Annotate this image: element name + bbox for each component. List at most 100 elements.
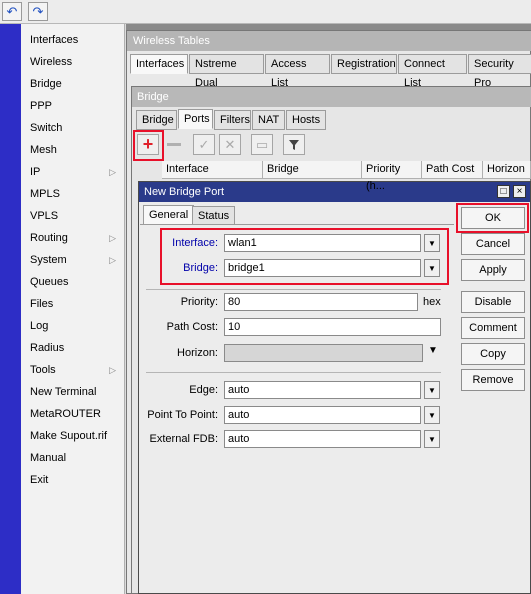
side-strip bbox=[0, 24, 21, 594]
column-header[interactable]: Bridge bbox=[263, 161, 362, 179]
horizon-label: Horizon: bbox=[177, 347, 218, 359]
menu-item[interactable]: Files bbox=[21, 293, 125, 315]
minus-icon[interactable] bbox=[163, 134, 185, 155]
copy-button[interactable]: Copy bbox=[461, 343, 525, 365]
menu-item[interactable]: Wireless bbox=[21, 51, 125, 73]
maximize-icon[interactable]: □ bbox=[497, 185, 510, 198]
menu-item-label: VPLS bbox=[30, 210, 59, 222]
window-title[interactable]: Wireless Tables bbox=[127, 31, 531, 51]
menu-item[interactable]: Queues bbox=[21, 271, 125, 293]
close-icon[interactable]: × bbox=[513, 185, 526, 198]
check-icon[interactable]: ✓ bbox=[193, 134, 215, 155]
menu-item-label: Exit bbox=[30, 474, 49, 486]
interface-dropdown-icon[interactable]: ▼ bbox=[424, 234, 440, 252]
menu-item-label: Bridge bbox=[30, 78, 62, 90]
menu-item[interactable]: Log bbox=[21, 315, 125, 337]
wireless-tab[interactable]: Nstreme Dual bbox=[189, 54, 264, 89]
bridge-dropdown-icon[interactable]: ▼ bbox=[424, 259, 440, 277]
horizon-field[interactable] bbox=[224, 344, 423, 362]
bridge-tab[interactable]: Bridge bbox=[136, 110, 177, 130]
menu-item[interactable]: System ▷ bbox=[21, 249, 125, 271]
menu-item-label: PPP bbox=[30, 100, 53, 112]
bridge-field[interactable]: bridge1 bbox=[224, 259, 421, 277]
path-cost-label: Path Cost: bbox=[166, 321, 218, 333]
bridge-label: Bridge: bbox=[183, 262, 218, 274]
column-header[interactable]: Horizon bbox=[483, 161, 531, 179]
menu-item-label: Mesh bbox=[30, 144, 57, 156]
menu-item-label: Queues bbox=[30, 276, 69, 288]
bridge-tab[interactable]: Ports bbox=[178, 109, 213, 129]
cross-icon[interactable]: ✕ bbox=[219, 134, 241, 155]
external-fdb-dropdown-icon[interactable]: ▼ bbox=[424, 430, 440, 448]
add-icon[interactable]: + bbox=[137, 134, 159, 155]
menu-item[interactable]: Switch bbox=[21, 117, 125, 139]
submenu-arrow-icon: ▷ bbox=[109, 167, 116, 177]
point-to-point-label: Point To Point: bbox=[147, 409, 218, 421]
redo-icon[interactable]: ↷ bbox=[28, 2, 48, 21]
wireless-tab[interactable]: Interfaces bbox=[130, 54, 188, 74]
disable-button[interactable]: Disable bbox=[461, 291, 525, 313]
submenu-arrow-icon: ▷ bbox=[109, 233, 116, 243]
tab-status[interactable]: Status bbox=[192, 206, 236, 225]
bridge-tab[interactable]: NAT bbox=[252, 110, 285, 130]
menu-item-label: Switch bbox=[30, 122, 63, 134]
external-fdb-field[interactable]: auto bbox=[224, 430, 421, 448]
point-to-point-field[interactable]: auto bbox=[224, 406, 421, 424]
column-header[interactable]: Path Cost bbox=[422, 161, 483, 179]
menu-item[interactable]: New Terminal bbox=[21, 381, 125, 403]
menu-item[interactable]: Radius bbox=[21, 337, 125, 359]
submenu-arrow-icon: ▷ bbox=[109, 255, 116, 265]
tab-general[interactable]: General bbox=[143, 205, 195, 225]
menu-item[interactable]: MetaROUTER bbox=[21, 403, 125, 425]
menu-item-label: Routing bbox=[30, 232, 68, 244]
menu-item-label: IP bbox=[30, 166, 41, 178]
menu-item[interactable]: IP ▷ bbox=[21, 161, 125, 183]
undo-icon[interactable]: ↶ bbox=[2, 2, 22, 21]
menu-item[interactable]: PPP bbox=[21, 95, 125, 117]
wireless-tab[interactable]: Registration bbox=[331, 54, 397, 74]
column-header[interactable]: Priority (h... bbox=[362, 161, 422, 192]
menu-item[interactable]: Manual bbox=[21, 447, 125, 469]
column-header[interactable]: Interface bbox=[162, 161, 263, 179]
menu-item[interactable]: Make Supout.rif bbox=[21, 425, 125, 447]
menu-item[interactable]: Exit bbox=[21, 469, 125, 491]
wireless-tab[interactable]: Security Pro bbox=[468, 54, 531, 89]
cancel-button[interactable]: Cancel bbox=[461, 233, 525, 255]
priority-field[interactable]: 80 bbox=[224, 293, 418, 311]
bridge-tab[interactable]: Hosts bbox=[286, 110, 326, 130]
remove-button[interactable]: Remove bbox=[461, 369, 525, 391]
dialog-title[interactable]: New Bridge Port bbox=[139, 182, 530, 202]
comment-button[interactable]: Comment bbox=[461, 317, 525, 339]
path-cost-field[interactable]: 10 bbox=[224, 318, 441, 336]
menu-item-label: Make Supout.rif bbox=[30, 430, 108, 442]
menu-item[interactable]: MPLS bbox=[21, 183, 125, 205]
interface-field[interactable]: wlan1 bbox=[224, 234, 421, 252]
point-to-point-dropdown-icon[interactable]: ▼ bbox=[424, 406, 440, 424]
comment-icon[interactable]: ▭ bbox=[251, 134, 273, 155]
separator bbox=[146, 289, 441, 290]
menu-item[interactable]: Interfaces bbox=[21, 29, 125, 51]
edge-field[interactable]: auto bbox=[224, 381, 421, 399]
wireless-tab[interactable]: Connect List bbox=[398, 54, 467, 89]
wireless-tab[interactable]: Access List bbox=[265, 54, 330, 89]
edge-dropdown-icon[interactable]: ▼ bbox=[424, 381, 440, 399]
bridge-tab[interactable]: Filters bbox=[214, 110, 251, 130]
top-toolbar: ↶ ↷ bbox=[0, 0, 531, 24]
priority-label: Priority: bbox=[180, 296, 218, 308]
menu-item[interactable]: Bridge bbox=[21, 73, 125, 95]
horizon-dropdown-icon[interactable]: ▼ bbox=[428, 345, 438, 356]
menu-item-label: Files bbox=[30, 298, 54, 310]
menu-item-label: Log bbox=[30, 320, 49, 332]
menu-item[interactable]: VPLS bbox=[21, 205, 125, 227]
apply-button[interactable]: Apply bbox=[461, 259, 525, 281]
priority-unit: hex bbox=[423, 296, 441, 308]
menu-item[interactable]: Mesh bbox=[21, 139, 125, 161]
menu-item[interactable]: Tools ▷ bbox=[21, 359, 125, 381]
menu-item-label: MetaROUTER bbox=[30, 408, 101, 420]
menu-item-label: Radius bbox=[30, 342, 65, 354]
filter-icon[interactable] bbox=[283, 134, 305, 155]
window-title[interactable]: Bridge bbox=[132, 87, 531, 107]
separator bbox=[146, 372, 441, 373]
ok-button[interactable]: OK bbox=[461, 207, 525, 229]
menu-item[interactable]: Routing ▷ bbox=[21, 227, 125, 249]
